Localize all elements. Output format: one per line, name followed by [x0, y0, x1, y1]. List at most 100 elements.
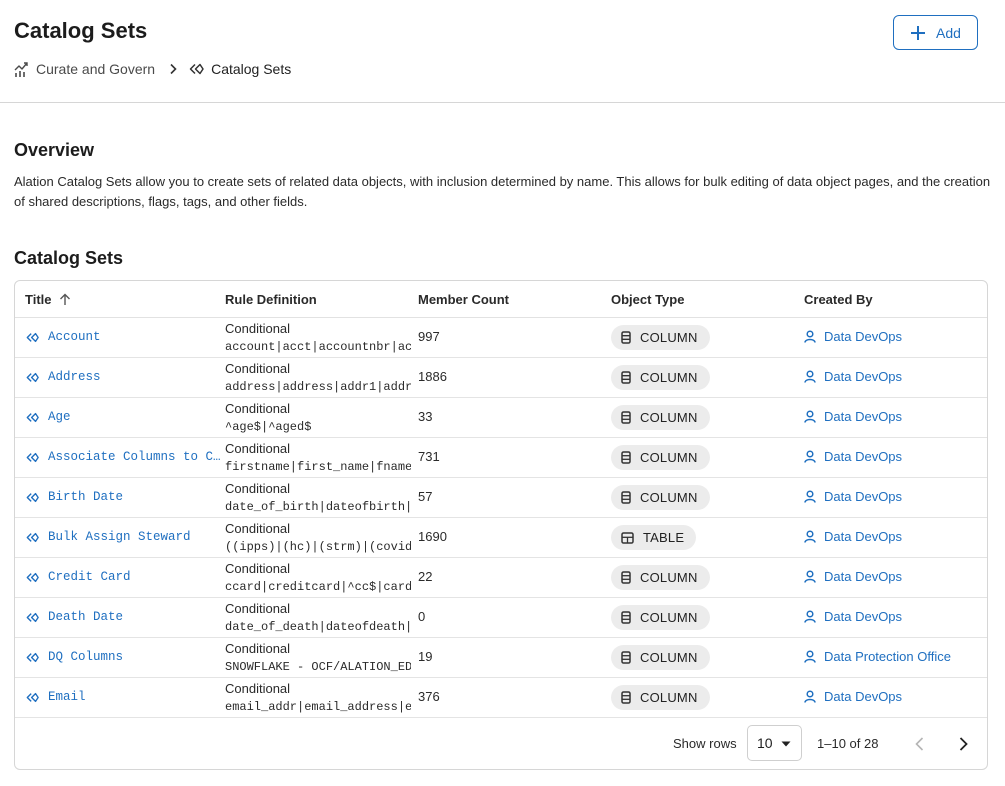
rule-expression: ((ipps)|(hc)|(strm)|(covid) [225, 540, 411, 554]
object-type-chip: COLUMN [611, 405, 710, 430]
user-icon [804, 450, 824, 463]
rule-expression: account|acct|accountnbr|acc [225, 340, 411, 354]
catalog-set-link[interactable]: Age [26, 410, 71, 424]
creator-name: Data DevOps [824, 609, 903, 624]
catalog-set-title: Email [48, 690, 86, 704]
catalog-set-link[interactable]: Death Date [26, 610, 123, 624]
user-icon [804, 690, 824, 703]
table-row[interactable]: Email Conditional email_addr|email_address… [15, 678, 987, 718]
table-row[interactable]: Account Conditional account|acct|accountnb… [15, 318, 987, 358]
created-by-link[interactable]: Data DevOps [804, 529, 902, 544]
created-by-link[interactable]: Data DevOps [804, 689, 902, 704]
catalog-set-link[interactable]: DQ Columns [26, 650, 123, 664]
creator-name: Data DevOps [824, 529, 903, 544]
table-row[interactable]: Death Date Conditional date_of_death|dateo… [15, 598, 987, 638]
column-header-title[interactable]: Title [25, 292, 71, 307]
rule-definition: Conditional ^age$|^aged$ [225, 400, 411, 436]
breadcrumb-item-curate-govern[interactable]: Curate and Govern [14, 61, 155, 77]
column-icon [621, 411, 640, 424]
creator-name: Data DevOps [824, 409, 903, 424]
catalog-set-link[interactable]: Email [26, 690, 86, 704]
column-header-count[interactable]: Member Count [418, 292, 509, 307]
overview-heading: Overview [14, 140, 95, 160]
overview-description: Alation Catalog Sets allow you to create… [14, 174, 991, 209]
rows-per-page-select[interactable]: 10 [747, 725, 802, 761]
catalog-set-title: Birth Date [48, 490, 124, 504]
created-by-link[interactable]: Data DevOps [804, 569, 902, 584]
catalog-set-link[interactable]: Address [26, 370, 101, 384]
creator-name: Data DevOps [824, 569, 903, 584]
breadcrumb-label: Curate and Govern [36, 61, 156, 77]
previous-page-button[interactable] [907, 732, 931, 756]
creator-name: Data DevOps [824, 449, 903, 464]
rows-per-page-value: 10 [757, 735, 773, 751]
member-count: 0 [418, 609, 426, 624]
breadcrumb-label: Catalog Sets [211, 61, 292, 77]
object-type-chip: COLUMN [611, 645, 710, 670]
created-by-link[interactable]: Data DevOps [804, 489, 902, 504]
object-type-chip: COLUMN [611, 445, 710, 470]
catalog-set-icon [26, 372, 48, 383]
table-row[interactable]: Associate Columns to C… Conditional firstn… [15, 438, 987, 478]
show-rows-label: Show rows [673, 736, 737, 751]
catalog-sets-heading: Catalog Sets [14, 248, 124, 268]
created-by-link[interactable]: Data DevOps [804, 609, 902, 624]
rule-type: Conditional [225, 641, 291, 656]
column-icon [621, 331, 640, 344]
member-count: 997 [418, 329, 440, 344]
member-count: 19 [418, 649, 433, 664]
object-type-label: COLUMN [640, 330, 698, 345]
creator-name: Data DevOps [824, 369, 903, 384]
table-header: Title Rule Definition Member Count Objec… [15, 281, 987, 318]
page-title: Catalog Sets [14, 18, 148, 43]
rule-type: Conditional [225, 481, 291, 496]
user-icon [804, 370, 824, 383]
created-by-link[interactable]: Data DevOps [804, 449, 902, 464]
catalog-set-title: Credit Card [48, 570, 131, 584]
created-by-link[interactable]: Data DevOps [804, 369, 902, 384]
user-icon [804, 490, 824, 503]
rule-type: Conditional [225, 521, 291, 536]
catalog-set-icon [26, 692, 48, 703]
object-type-label: COLUMN [640, 370, 698, 385]
rule-definition: Conditional SNOWFLAKE - OCF/ALATION_EDW [225, 640, 411, 676]
user-icon [804, 330, 824, 343]
table-row[interactable]: Address Conditional address|address|addr1|… [15, 358, 987, 398]
page-range: 1–10 of 28 [817, 736, 879, 751]
column-header-type[interactable]: Object Type [611, 292, 684, 307]
object-type-chip: COLUMN [611, 365, 710, 390]
member-count: 33 [418, 409, 433, 424]
table-row[interactable]: Age Conditional ^age$|^aged$ 33 COLUMN Data D… [15, 398, 987, 438]
object-type-label: COLUMN [640, 410, 698, 425]
column-header-rule[interactable]: Rule Definition [225, 292, 317, 307]
catalog-set-link[interactable]: Associate Columns to C… [26, 450, 221, 464]
column-icon [621, 611, 640, 624]
table-row[interactable]: Bulk Assign Steward Conditional ((ipps)|(h… [15, 518, 987, 558]
created-by-link[interactable]: Data DevOps [804, 409, 902, 424]
curate-govern-icon [14, 61, 28, 77]
user-icon [804, 530, 824, 543]
catalog-set-icon [26, 492, 48, 503]
table-row[interactable]: Birth Date Conditional date_of_birth|dateo… [15, 478, 987, 518]
catalog-set-link[interactable]: Birth Date [26, 490, 123, 504]
table-row[interactable]: Credit Card Conditional ccard|creditcard|^… [15, 558, 987, 598]
object-type-chip: COLUMN [611, 605, 710, 630]
created-by-link[interactable]: Data DevOps [804, 329, 902, 344]
next-page-button[interactable] [951, 732, 975, 756]
column-header-creator[interactable]: Created By [804, 292, 873, 307]
catalog-set-icon [26, 612, 48, 623]
creator-name: Data Protection Office [824, 649, 951, 664]
catalog-set-link[interactable]: Credit Card [26, 570, 131, 584]
table-row[interactable]: DQ Columns Conditional SNOWFLAKE - OCF/ALA… [15, 638, 987, 678]
catalog-set-link[interactable]: Bulk Assign Steward [26, 530, 191, 544]
catalog-set-link[interactable]: Account [26, 330, 101, 344]
member-count: 1886 [418, 369, 447, 384]
created-by-link[interactable]: Data Protection Office [804, 649, 951, 664]
arrow-up-icon [52, 293, 71, 306]
add-button[interactable]: Add [893, 15, 978, 50]
member-count: 57 [418, 489, 433, 504]
rule-expression: date_of_birth|dateofbirth|d [225, 500, 411, 514]
catalog-set-icon [26, 572, 48, 583]
rule-expression: address|address|addr1|addr2 [225, 380, 411, 394]
rule-definition: Conditional date_of_birth|dateofbirth|d [225, 480, 411, 516]
